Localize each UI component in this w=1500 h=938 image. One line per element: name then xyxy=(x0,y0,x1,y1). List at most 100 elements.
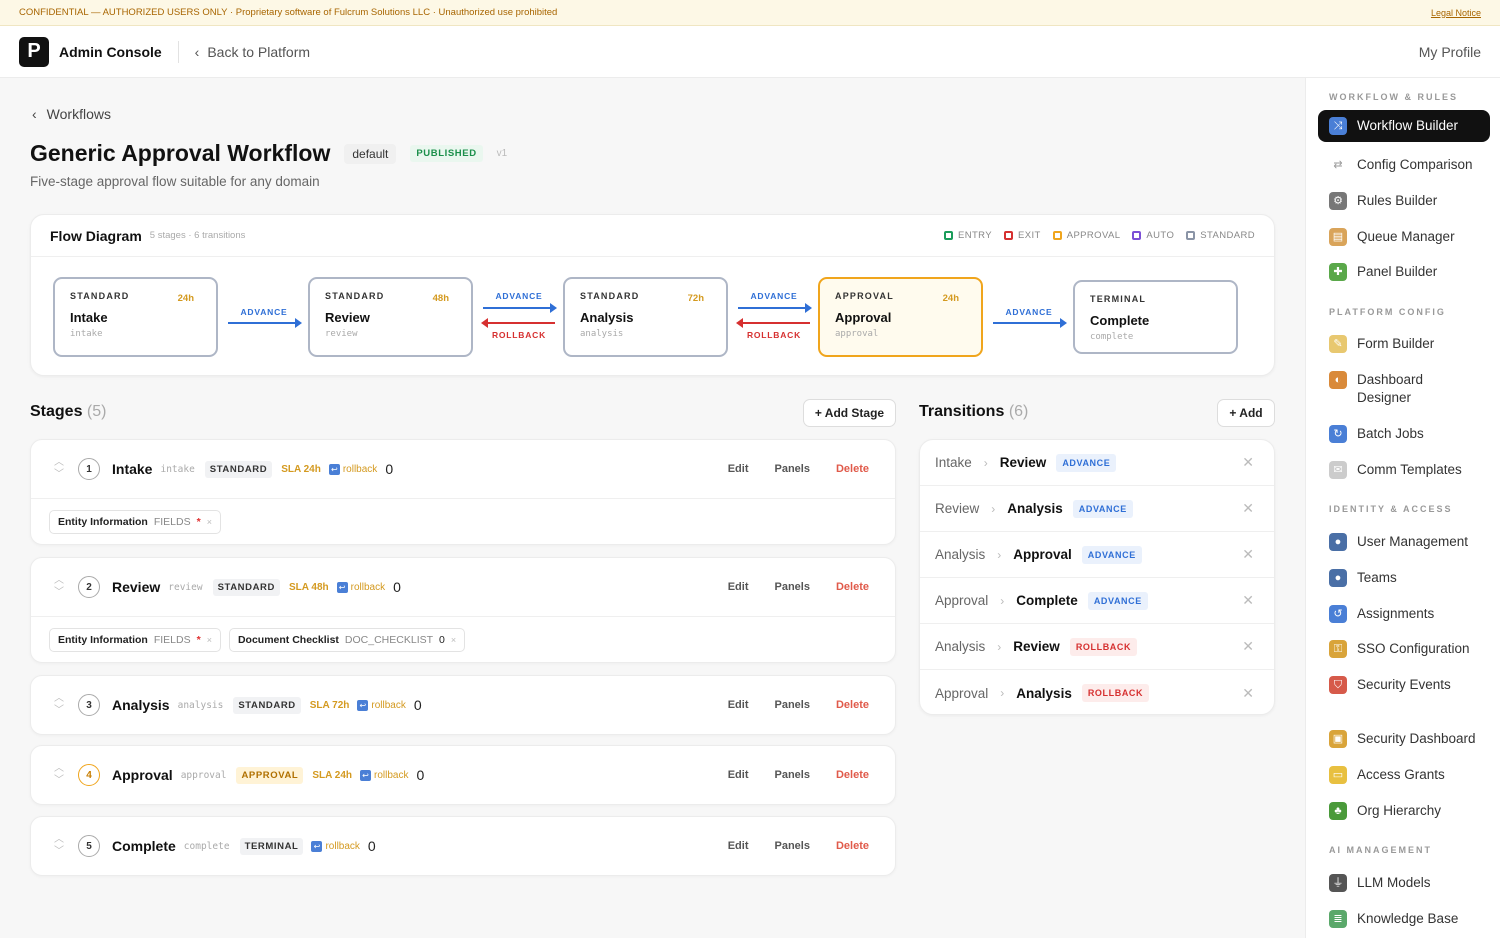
sidebar-item-panel-builder[interactable]: ✚ Panel Builder xyxy=(1318,256,1490,288)
remove-panel-icon[interactable]: × xyxy=(207,517,212,527)
panel-chip[interactable]: Entity Information FIELDS * × xyxy=(49,627,221,652)
my-profile-link[interactable]: My Profile xyxy=(1419,44,1481,60)
sidebar-item-rules-builder[interactable]: ⚙ Rules Builder xyxy=(1318,185,1490,217)
edit-button[interactable]: Edit xyxy=(728,769,749,781)
back-to-platform-link[interactable]: ‹ Back to Platform xyxy=(195,44,310,60)
sidebar-item-queue-manager[interactable]: ▤ Queue Manager xyxy=(1318,221,1490,253)
sidebar-item-dashboard-designer[interactable]: ◐ Dashboard Designer xyxy=(1318,364,1490,414)
flow-stage-approval[interactable]: APPROVAL 24h Approval approval xyxy=(818,277,983,357)
breadcrumb[interactable]: ‹ Workflows xyxy=(32,106,111,122)
sidebar-item-knowledge-base[interactable]: ≣ Knowledge Base xyxy=(1318,903,1490,935)
delete-button[interactable]: Delete xyxy=(836,581,869,593)
close-icon[interactable]: ✕ xyxy=(1242,592,1254,609)
chevron-up-icon[interactable]: ︿ xyxy=(54,693,64,705)
advance-arrow xyxy=(993,318,1067,328)
reorder-control[interactable]: ︿ ﹀ xyxy=(51,575,67,599)
panels-button[interactable]: Panels xyxy=(775,769,810,781)
app-logo[interactable]: P xyxy=(19,36,49,67)
add-stage-button[interactable]: + Add Stage xyxy=(803,399,896,427)
edit-button[interactable]: Edit xyxy=(728,463,749,475)
sidebar-item-security-events[interactable]: ⛉ Security Events xyxy=(1318,669,1490,701)
sidebar-item-teams[interactable]: ● Teams xyxy=(1318,562,1490,594)
delete-button[interactable]: Delete xyxy=(836,699,869,711)
legal-notice-link[interactable]: Legal Notice xyxy=(1431,8,1481,18)
delete-button[interactable]: Delete xyxy=(836,463,869,475)
panels-button[interactable]: Panels xyxy=(775,699,810,711)
chevron-down-icon[interactable]: ﹀ xyxy=(54,587,64,599)
sidebar-item-workflow-builder[interactable]: ⤨ Workflow Builder xyxy=(1318,110,1490,142)
chevron-down-icon[interactable]: ﹀ xyxy=(54,469,64,481)
transitions-title: Transitions (6) xyxy=(919,403,1028,421)
transitions-panel: Intake › Review ADVANCE ✕ Review › Analysis ADVA… xyxy=(919,439,1275,715)
stage-name: Review xyxy=(325,310,370,325)
reorder-control[interactable]: ︿ ﹀ xyxy=(51,834,67,858)
panel-chip[interactable]: Document Checklist DOC_CHECKLIST 0 × xyxy=(228,627,466,652)
sla-label: 24h xyxy=(177,293,194,304)
remove-panel-icon[interactable]: × xyxy=(207,635,212,645)
chevron-up-icon[interactable]: ︿ xyxy=(54,763,64,775)
legend-swatch xyxy=(943,231,953,240)
add-transition-button[interactable]: + Add xyxy=(1217,399,1275,427)
legend-item-approval: APPROVAL xyxy=(1052,230,1121,241)
reorder-control[interactable]: ︿ ﹀ xyxy=(51,693,67,717)
sidebar-item-form-builder[interactable]: ✎ Form Builder xyxy=(1318,328,1490,360)
transition-row[interactable]: Approval › Complete ADVANCE ✕ xyxy=(920,578,1274,624)
close-icon[interactable]: ✕ xyxy=(1242,685,1254,702)
memo-icon: ✎ xyxy=(1329,335,1347,353)
reorder-control[interactable]: ︿ ﹀ xyxy=(51,763,67,787)
sidebar-item-security-dashboard[interactable]: ▣ Security Dashboard xyxy=(1318,723,1490,755)
sidebar-item-llm-models[interactable]: ⏚ LLM Models xyxy=(1318,867,1490,899)
sidebar-item-sso-configuration[interactable]: ⚿ SSO Configuration xyxy=(1318,633,1490,665)
chevron-up-icon[interactable]: ︿ xyxy=(54,457,64,469)
sidebar-item-label: LLM Models xyxy=(1357,875,1431,890)
flow-connector: ADVANCE xyxy=(224,277,304,357)
panels-button[interactable]: Panels xyxy=(775,840,810,852)
edit-button[interactable]: Edit xyxy=(728,699,749,711)
sidebar-item-config-comparison[interactable]: ⇄ Config Comparison xyxy=(1318,149,1490,181)
chevron-down-icon[interactable]: ﹀ xyxy=(54,846,64,858)
rollback-icon: ↩ xyxy=(336,581,348,593)
stage-key: analysis xyxy=(177,699,224,711)
stage-number: 1 xyxy=(78,458,100,480)
stage-type-badge: TERMINAL xyxy=(239,837,304,855)
flow-stage-complete[interactable]: TERMINAL Complete complete xyxy=(1073,280,1238,354)
chevron-up-icon[interactable]: ︿ xyxy=(54,834,64,846)
sidebar-item-access-grants[interactable]: ▭ Access Grants xyxy=(1318,759,1490,791)
panel-chip[interactable]: Entity Information FIELDS * × xyxy=(49,509,221,534)
chevron-down-icon[interactable]: ﹀ xyxy=(54,705,64,717)
stage-name: Review xyxy=(112,579,161,595)
sidebar-item-user-management[interactable]: ● User Management xyxy=(1318,526,1490,558)
transition-row[interactable]: Analysis › Approval ADVANCE ✕ xyxy=(920,532,1274,578)
delete-button[interactable]: Delete xyxy=(836,769,869,781)
chevron-down-icon[interactable]: ﹀ xyxy=(54,775,64,787)
chevron-up-icon[interactable]: ︿ xyxy=(54,575,64,587)
transition-row[interactable]: Analysis › Review ROLLBACK ✕ xyxy=(920,624,1274,670)
transition-row[interactable]: Review › Analysis ADVANCE ✕ xyxy=(920,486,1274,532)
stage-card-review: ︿ ﹀ 2 Review review STANDARD SLA 48h ↩ rollback 0… xyxy=(30,557,896,663)
flow-stage-intake[interactable]: STANDARD 24h Intake intake xyxy=(53,277,218,357)
close-icon[interactable]: ✕ xyxy=(1242,638,1254,655)
stage-key: complete xyxy=(1090,332,1134,342)
edit-button[interactable]: Edit xyxy=(728,840,749,852)
app-name[interactable]: Admin Console xyxy=(59,44,162,60)
sidebar-item-comm-templates[interactable]: ✉ Comm Templates xyxy=(1318,454,1490,486)
transition-row[interactable]: Approval › Analysis ROLLBACK ✕ xyxy=(920,670,1274,716)
edit-button[interactable]: Edit xyxy=(728,581,749,593)
panel-type: DOC_CHECKLIST xyxy=(344,633,434,646)
panel-name: Entity Information xyxy=(58,515,148,528)
panel-type: FIELDS xyxy=(153,633,191,646)
remove-panel-icon[interactable]: × xyxy=(451,635,456,645)
close-icon[interactable]: ✕ xyxy=(1242,454,1254,471)
sidebar-item-org-hierarchy[interactable]: ♣ Org Hierarchy xyxy=(1318,795,1490,827)
transition-row[interactable]: Intake › Review ADVANCE ✕ xyxy=(920,440,1274,486)
sidebar-item-batch-jobs[interactable]: ↻ Batch Jobs xyxy=(1318,418,1490,450)
flow-stage-analysis[interactable]: STANDARD 72h Analysis analysis xyxy=(563,277,728,357)
panels-button[interactable]: Panels xyxy=(775,581,810,593)
reorder-control[interactable]: ︿ ﹀ xyxy=(51,457,67,481)
flow-stage-review[interactable]: STANDARD 48h Review review xyxy=(308,277,473,357)
panels-button[interactable]: Panels xyxy=(775,463,810,475)
delete-button[interactable]: Delete xyxy=(836,840,869,852)
close-icon[interactable]: ✕ xyxy=(1242,500,1254,517)
sidebar-item-assignments[interactable]: ↺ Assignments xyxy=(1318,598,1490,630)
close-icon[interactable]: ✕ xyxy=(1242,546,1254,563)
